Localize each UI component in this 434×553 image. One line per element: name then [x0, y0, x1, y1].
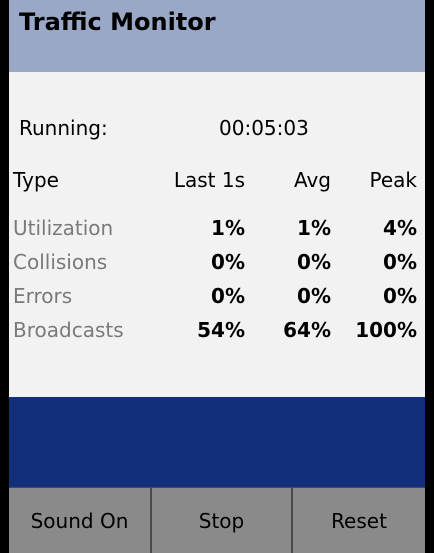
stop-button[interactable]: Stop [150, 488, 291, 553]
value-last-1s: 54% [197, 318, 245, 342]
value-peak: 0% [383, 250, 417, 274]
row-label: Broadcasts [13, 318, 124, 342]
value-peak: 0% [383, 284, 417, 308]
reset-button[interactable]: Reset [291, 488, 425, 553]
stats-panel: Running: 00:05:03 Type Last 1s Avg Peak … [9, 72, 425, 397]
value-avg: 1% [297, 216, 331, 240]
blue-band [9, 397, 425, 487]
table-row: Broadcasts 54% 64% 100% [9, 318, 425, 348]
button-bar: Sound On Stop Reset [9, 487, 425, 553]
table-row: Collisions 0% 0% 0% [9, 250, 425, 280]
row-label: Utilization [13, 216, 114, 240]
header-avg: Avg [293, 168, 331, 192]
table-row: Errors 0% 0% 0% [9, 284, 425, 314]
elapsed-time: 00:05:03 [219, 116, 309, 140]
value-avg: 0% [297, 284, 331, 308]
title-bar: Traffic Monitor [9, 0, 425, 72]
value-last-1s: 1% [211, 216, 245, 240]
row-label: Collisions [13, 250, 108, 274]
header-last-1s: Last 1s [173, 168, 245, 192]
value-avg: 0% [297, 250, 331, 274]
running-label: Running: [19, 116, 108, 140]
row-label: Errors [13, 284, 73, 308]
app-window: Traffic Monitor Running: 00:05:03 Type L… [9, 0, 425, 553]
header-peak: Peak [369, 168, 418, 192]
table-row: Utilization 1% 1% 4% [9, 216, 425, 246]
value-last-1s: 0% [211, 250, 245, 274]
app-title: Traffic Monitor [19, 8, 216, 36]
value-peak: 4% [383, 216, 417, 240]
value-avg: 64% [283, 318, 331, 342]
value-peak: 100% [355, 318, 417, 342]
sound-on-button[interactable]: Sound On [9, 488, 150, 553]
value-last-1s: 0% [211, 284, 245, 308]
header-type: Type [13, 168, 59, 192]
